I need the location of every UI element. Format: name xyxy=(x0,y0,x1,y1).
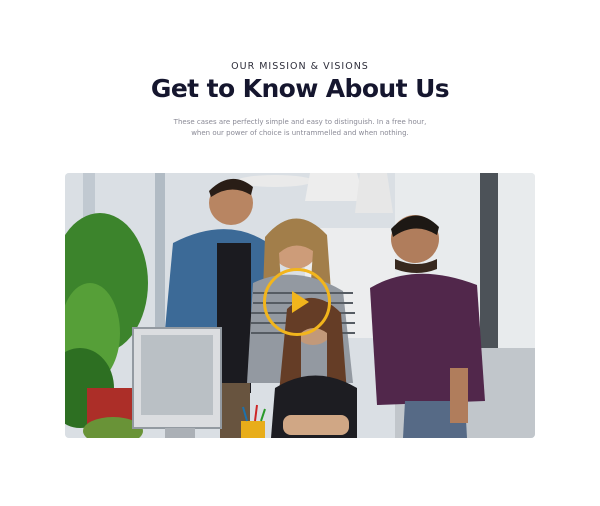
play-icon xyxy=(292,291,309,313)
section-description: These cases are perfectly simple and eas… xyxy=(0,117,600,139)
description-line-2: when our power of choice is untrammelled… xyxy=(191,129,409,137)
eyebrow-text: OUR MISSION & VISIONS xyxy=(231,61,369,72)
play-button[interactable] xyxy=(263,268,331,336)
section-title: Get to Know About Us xyxy=(150,74,450,103)
description-line-1: These cases are perfectly simple and eas… xyxy=(173,118,427,126)
